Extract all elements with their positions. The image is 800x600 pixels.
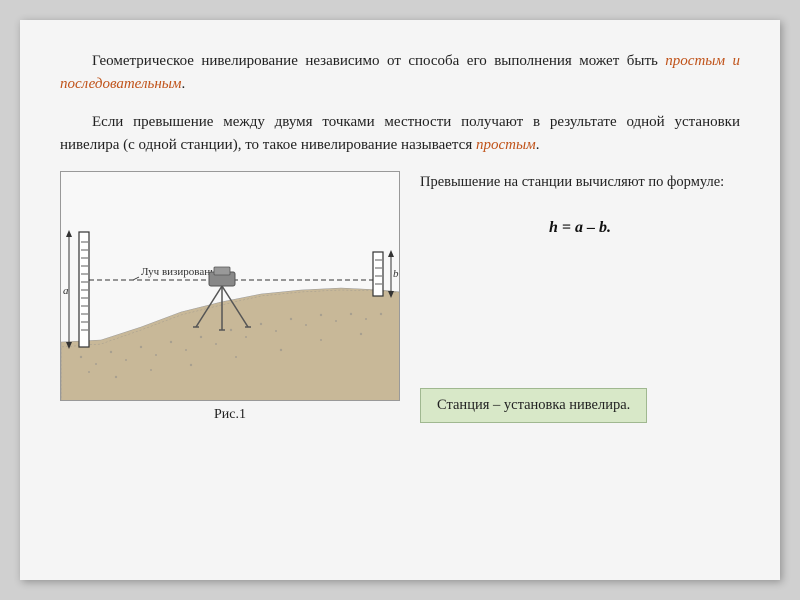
svg-text:b: b — [393, 268, 399, 280]
para2-text2: . — [536, 137, 540, 153]
paragraph-2: Если превышение между двумя точками мест… — [60, 111, 740, 158]
para1-text2: . — [182, 76, 186, 92]
figure-column: Луч визирования — [60, 171, 400, 423]
content-area: Луч визирования — [60, 171, 740, 423]
svg-text:a: a — [63, 285, 69, 297]
indent-1 — [60, 50, 92, 73]
para1-text1: Геометрическое нивелирование независимо … — [92, 53, 665, 69]
figure-box: Луч визирования — [60, 171, 400, 401]
right-column: Превышение на станции вычисляют по форму… — [420, 171, 740, 423]
formula: h = a – b. — [420, 219, 740, 237]
fig-caption: Рис.1 — [214, 407, 246, 423]
slide: Геометрическое нивелирование независимо … — [20, 20, 780, 580]
station-box-wrapper: Станция – установка нивелира. — [420, 328, 740, 423]
leveling-diagram: Луч визирования — [61, 172, 400, 401]
para2-italic: простым — [476, 137, 536, 153]
para2-text: Если превышение между двумя точками мест… — [60, 114, 740, 153]
indent-2 — [60, 111, 92, 134]
formula-intro: Превышение на станции вычисляют по форму… — [420, 171, 740, 193]
paragraph-1: Геометрическое нивелирование независимо … — [60, 50, 740, 97]
station-box: Станция – установка нивелира. — [420, 388, 647, 423]
